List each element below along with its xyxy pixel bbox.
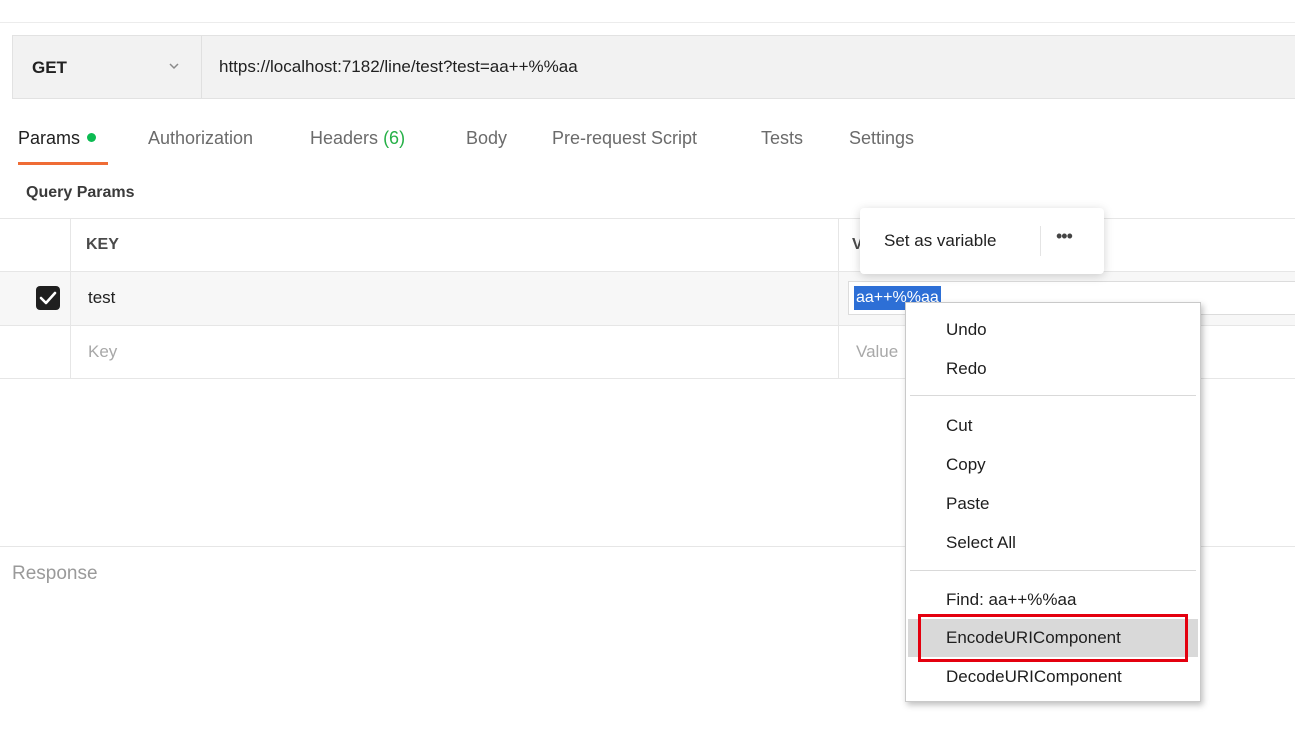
query-params-title: Query Params bbox=[26, 184, 135, 201]
param-key-cell[interactable]: test bbox=[88, 288, 115, 308]
highlight-annotation-box bbox=[918, 614, 1188, 662]
menu-item-select-all[interactable]: Select All bbox=[946, 533, 1016, 553]
tab-pre-request-script[interactable]: Pre-request Script bbox=[552, 128, 697, 149]
request-url-bar: GET https://localhost:7182/line/test?tes… bbox=[12, 35, 1295, 99]
tab-body[interactable]: Body bbox=[466, 128, 507, 149]
popover-divider bbox=[1040, 226, 1041, 256]
url-input[interactable]: https://localhost:7182/line/test?test=aa… bbox=[219, 57, 578, 77]
new-key-placeholder[interactable]: Key bbox=[88, 342, 117, 362]
more-options-icon[interactable]: ••• bbox=[1056, 226, 1073, 247]
menu-item-decode-uri-component[interactable]: DecodeURIComponent bbox=[946, 667, 1122, 687]
active-tab-underline bbox=[18, 162, 108, 165]
checkmark-icon bbox=[39, 291, 57, 305]
tab-headers[interactable]: Headers (6) bbox=[310, 128, 405, 149]
variable-popover: Set as variable ••• bbox=[860, 208, 1104, 274]
set-as-variable-button[interactable]: Set as variable bbox=[884, 231, 996, 251]
menu-separator bbox=[910, 395, 1196, 396]
chevron-down-icon bbox=[169, 63, 179, 70]
tab-params[interactable]: Params bbox=[18, 128, 97, 149]
method-label: GET bbox=[32, 58, 67, 77]
menu-separator bbox=[910, 570, 1196, 571]
menu-item-cut[interactable]: Cut bbox=[946, 416, 972, 436]
menu-item-copy[interactable]: Copy bbox=[946, 455, 986, 475]
menu-item-paste[interactable]: Paste bbox=[946, 494, 989, 514]
column-header-key: KEY bbox=[86, 236, 119, 253]
param-enabled-checkbox[interactable] bbox=[36, 286, 60, 310]
menu-item-find[interactable]: Find: aa++%%aa bbox=[946, 590, 1076, 610]
tab-authorization[interactable]: Authorization bbox=[148, 128, 253, 149]
method-select[interactable]: GET bbox=[13, 36, 202, 98]
table-divider-key bbox=[838, 218, 839, 378]
response-label: Response bbox=[12, 563, 98, 584]
tab-headers-label: Headers bbox=[310, 128, 379, 148]
tab-tests[interactable]: Tests bbox=[761, 128, 803, 149]
menu-item-redo[interactable]: Redo bbox=[946, 359, 987, 379]
headers-count: (6) bbox=[383, 128, 406, 148]
menu-item-undo[interactable]: Undo bbox=[946, 320, 987, 340]
params-active-dot bbox=[87, 133, 97, 142]
new-value-placeholder[interactable]: Value bbox=[856, 342, 898, 362]
top-strip bbox=[0, 0, 1295, 23]
tab-settings[interactable]: Settings bbox=[849, 128, 914, 149]
table-divider-check bbox=[70, 218, 71, 378]
tab-params-label: Params bbox=[18, 128, 81, 148]
